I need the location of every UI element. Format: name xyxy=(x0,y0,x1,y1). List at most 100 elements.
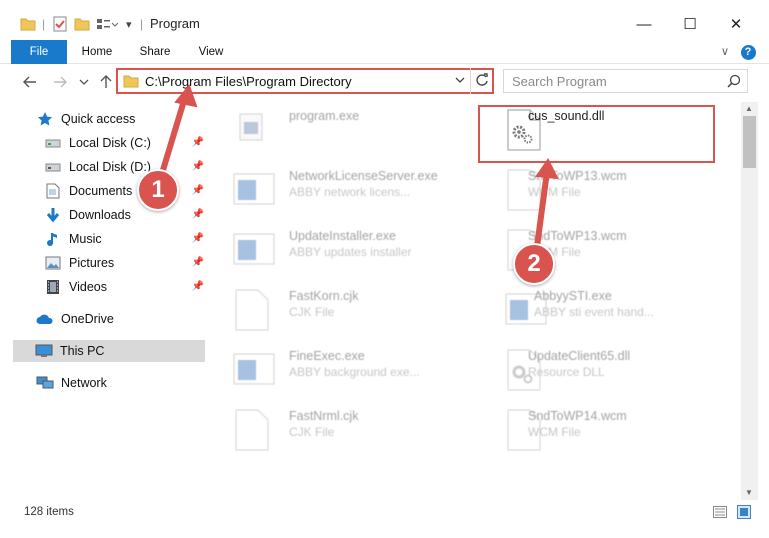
navigation-pane: Quick access Local Disk (C:) 📌 Local Dis… xyxy=(0,102,206,500)
folder-icon xyxy=(123,74,139,91)
sidebar-item-label: Quick access xyxy=(61,112,136,126)
file-type: WCM File xyxy=(528,425,581,439)
sidebar-item-label: This PC xyxy=(60,344,105,358)
file-type: CJK File xyxy=(289,425,335,439)
file-item[interactable]: NetworkLicenseServer.exe ABBY network li… xyxy=(206,162,446,218)
file-name: SndToWP13.wcm xyxy=(528,169,627,183)
pin-icon[interactable]: 📌 xyxy=(192,257,204,268)
search-box[interactable] xyxy=(503,69,748,93)
exe-file-icon xyxy=(232,168,275,212)
help-icon[interactable]: ? xyxy=(739,40,757,64)
file-item[interactable]: AbbyySTI.exe ABBY sti event hand... xyxy=(478,282,718,338)
tab-home[interactable]: Home xyxy=(76,40,118,64)
sidebar-item-network[interactable]: Network xyxy=(36,372,206,394)
file-item[interactable]: program.exe xyxy=(206,102,446,158)
generic-file-icon xyxy=(232,288,272,332)
new-folder-icon[interactable] xyxy=(74,14,90,34)
tab-view[interactable]: View xyxy=(191,40,231,64)
sidebar-item-label: Music xyxy=(69,232,102,246)
properties-icon[interactable] xyxy=(52,14,68,34)
file-type: ABBY network licens... xyxy=(289,185,411,199)
back-arrow-icon[interactable] xyxy=(20,72,40,92)
generic-file-icon xyxy=(232,408,272,452)
sidebar-item-pictures[interactable]: Pictures 📌 xyxy=(44,252,206,274)
pin-icon[interactable]: 📌 xyxy=(192,233,204,244)
minimize-button[interactable]: — xyxy=(621,10,667,38)
sidebar-item-this-pc[interactable]: This PC xyxy=(13,340,205,362)
separator: | xyxy=(42,17,46,31)
file-name: FineExec.exe xyxy=(289,349,365,363)
sidebar-item-label: Local Disk (C:) xyxy=(69,136,151,150)
file-item[interactable]: UpdateInstaller.exe ABBY updates install… xyxy=(206,222,446,278)
documents-icon xyxy=(44,182,62,200)
file-name: NetworkLicenseServer.exe xyxy=(289,169,438,183)
network-icon xyxy=(36,374,54,392)
pin-icon[interactable]: 📌 xyxy=(192,281,204,292)
view-menu-icon[interactable] xyxy=(96,14,118,34)
address-bar[interactable]: C:\Program Files\Program Directory xyxy=(116,68,494,94)
file-item[interactable]: FineExec.exe ABBY background exe... xyxy=(206,342,446,398)
exe-file-icon xyxy=(232,108,272,152)
details-view-icon[interactable] xyxy=(713,506,727,521)
address-dropdown-icon[interactable] xyxy=(454,74,466,89)
pin-icon[interactable]: 📌 xyxy=(192,137,204,148)
scroll-down-icon[interactable]: ▼ xyxy=(745,488,753,497)
up-arrow-icon[interactable] xyxy=(96,72,116,92)
sidebar-item-videos[interactable]: Videos 📌 xyxy=(44,276,206,298)
close-button[interactable]: ✕ xyxy=(713,10,759,38)
file-type: ABBY sti event hand... xyxy=(534,305,654,319)
file-item[interactable]: SndToWP13.wcm WCM File xyxy=(478,162,718,218)
file-type: Resource DLL xyxy=(528,365,605,379)
file-name: program.exe xyxy=(289,109,360,123)
sidebar-item-music[interactable]: Music 📌 xyxy=(44,228,206,250)
folder-icon xyxy=(20,14,36,34)
file-item[interactable]: SndToWP14.wcm WCM File xyxy=(478,402,718,458)
sidebar-item-label: Videos xyxy=(69,280,107,294)
pin-icon[interactable]: 📌 xyxy=(192,185,204,196)
scroll-thumb[interactable] xyxy=(743,116,756,168)
sidebar-item-label: Local Disk (D:) xyxy=(69,160,151,174)
large-icons-view-icon[interactable] xyxy=(737,505,751,522)
scroll-up-icon[interactable]: ▲ xyxy=(745,104,753,113)
exe-file-icon xyxy=(232,228,275,272)
separator: | xyxy=(140,17,144,31)
sidebar-item-quick-access[interactable]: Quick access xyxy=(36,108,206,130)
sidebar-item-label: OneDrive xyxy=(61,312,114,326)
pin-icon[interactable]: 📌 xyxy=(192,209,204,220)
file-item[interactable]: UpdateClient65.dll Resource DLL xyxy=(478,342,718,398)
sidebar-item-local-disk-c[interactable]: Local Disk (C:) 📌 xyxy=(44,132,206,154)
sidebar-item-onedrive[interactable]: OneDrive xyxy=(36,308,206,330)
vertical-scrollbar[interactable]: ▲ ▼ xyxy=(741,102,758,500)
tab-share[interactable]: Share xyxy=(133,40,177,64)
sidebar-item-documents[interactable]: Documents 📌 xyxy=(44,180,206,202)
drive-icon xyxy=(44,134,62,152)
step-badge-1: 1 xyxy=(137,169,179,211)
item-count: 128 items xyxy=(24,506,74,518)
file-name: FastNrml.cjk xyxy=(289,409,359,423)
refresh-icon[interactable] xyxy=(475,73,489,90)
pictures-icon xyxy=(44,254,62,272)
pin-icon[interactable]: 📌 xyxy=(192,161,204,172)
customize-toolbar-icon[interactable]: ▾ xyxy=(126,14,132,34)
search-input[interactable] xyxy=(512,73,722,89)
maximize-button[interactable]: ☐ xyxy=(667,10,713,38)
file-name: UpdateInstaller.exe xyxy=(289,229,397,243)
sidebar-item-downloads[interactable]: Downloads 📌 xyxy=(44,204,206,226)
sidebar-item-label: Documents xyxy=(69,184,133,198)
recent-locations-icon[interactable] xyxy=(74,72,94,92)
drive-icon xyxy=(44,158,62,176)
address-path[interactable]: C:\Program Files\Program Directory xyxy=(145,74,352,89)
file-item[interactable]: FastKorn.cjk CJK File xyxy=(206,282,446,338)
expand-ribbon-icon[interactable]: ∨ xyxy=(716,40,734,64)
file-type: ABBY background exe... xyxy=(289,365,420,379)
help-glyph: ? xyxy=(740,45,756,60)
search-icon[interactable] xyxy=(727,74,741,91)
file-item[interactable]: FastNrml.cjk CJK File xyxy=(206,402,446,458)
cloud-icon xyxy=(36,310,54,328)
forward-arrow-icon[interactable] xyxy=(50,72,70,92)
sidebar-item-local-disk-d[interactable]: Local Disk (D:) 📌 xyxy=(44,156,206,178)
file-type: CJK File xyxy=(289,305,335,319)
file-name: FastKorn.cjk xyxy=(289,289,359,303)
file-name: SndToWP14.wcm xyxy=(528,409,627,423)
pc-icon xyxy=(35,342,53,360)
